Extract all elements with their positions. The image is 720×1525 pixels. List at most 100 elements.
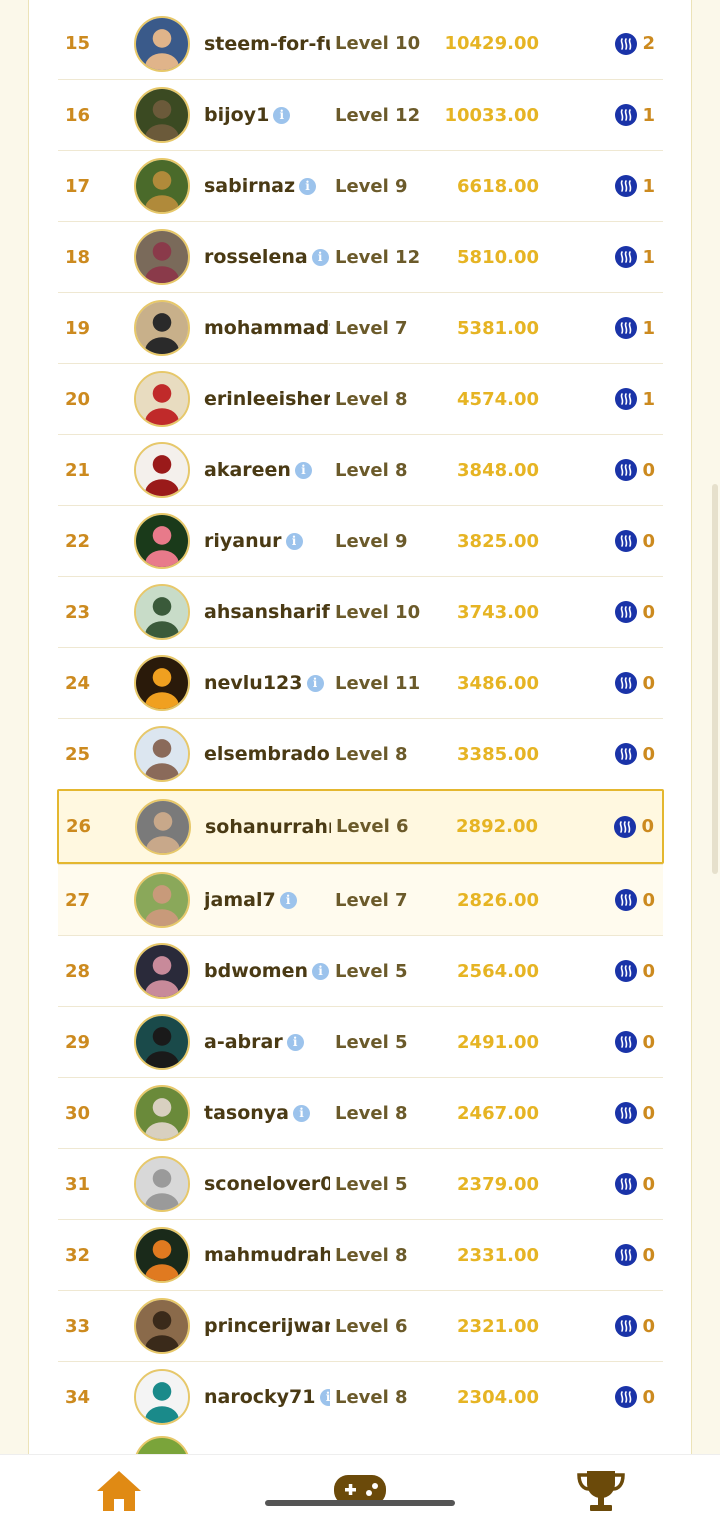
info-icon[interactable]: i [285, 532, 303, 550]
reward-count: 1 [642, 246, 655, 268]
info-icon[interactable]: i [293, 1104, 310, 1122]
username[interactable]: narocky71 i [204, 1362, 330, 1432]
avatar[interactable] [134, 300, 190, 356]
leaderboard-row[interactable]: 15 steem-for-futureLevel 10 10429.00 2 [58, 8, 663, 79]
leaderboard-row[interactable]: 20 erinleeisherelcomeLevel 8 4574.00 1 [58, 363, 663, 434]
leaderboard-row[interactable]: 28 bdwomen i Level 5 2564.00 0 [58, 935, 663, 1006]
username[interactable]: sohanurrahman [205, 791, 331, 862]
avatar[interactable] [134, 584, 190, 640]
username[interactable]: elsembrador [204, 719, 330, 789]
username[interactable]: princerijwan [204, 1291, 330, 1361]
steem-icon [615, 317, 637, 339]
steem-icon [615, 601, 637, 623]
nav-leaderboard-button[interactable] [575, 1467, 627, 1515]
info-icon[interactable]: i [311, 248, 329, 266]
rank-number: 26 [66, 816, 92, 837]
username[interactable]: mohammadfaisal [204, 293, 330, 363]
rank-number: 22 [65, 530, 91, 552]
avatar[interactable] [134, 1369, 190, 1425]
username[interactable]: erinleeisherelcome [204, 364, 330, 434]
leaderboard-row[interactable]: 22 riyanur i Level 9 3825.00 0 [58, 505, 663, 576]
avatar[interactable] [134, 655, 190, 711]
info-icon[interactable]: i [273, 106, 291, 124]
username[interactable]: sconelover0 [204, 1149, 330, 1219]
info-icon[interactable]: i [319, 1388, 330, 1406]
nav-home-button[interactable] [93, 1467, 145, 1515]
avatar[interactable] [134, 1085, 190, 1141]
points-value: 2467.00 [457, 1102, 539, 1124]
points-value: 10033.00 [444, 104, 539, 126]
avatar[interactable] [134, 1014, 190, 1070]
points-value: 2491.00 [457, 1031, 539, 1053]
points-value: 4574.00 [457, 388, 539, 410]
leaderboard-row[interactable]: 21 akareen i Level 8 3848.00 0 [58, 434, 663, 505]
leaderboard-row[interactable]: 25 elsembrador Level 8 3385.00 0 [58, 718, 663, 789]
avatar[interactable] [134, 442, 190, 498]
username[interactable]: rosselena i [204, 222, 330, 292]
leaderboard-row[interactable]: 18 rosselena i Level 12 5810.00 1 [58, 221, 663, 292]
username-text: bdwomen [204, 960, 309, 982]
username[interactable]: a-abrar i [204, 1007, 330, 1077]
username[interactable]: jamal7 i [204, 865, 330, 935]
leaderboard-row[interactable]: 32 mahmudrahmanLevel 8 2331.00 0 [58, 1219, 663, 1290]
reward-count: 1 [642, 104, 655, 126]
rank-number: 25 [65, 743, 91, 765]
rank-number: 28 [65, 960, 91, 982]
leaderboard-row[interactable]: 29 a-abrar i Level 5 2491.00 0 [58, 1006, 663, 1077]
avatar[interactable] [134, 1227, 190, 1283]
leaderboard-row[interactable]: 26 sohanurrahmanLevel 6 2892.00 0 [57, 789, 664, 864]
leaderboard-row[interactable]: 24 nevlu123 i Level 11 3486.00 0 [58, 647, 663, 718]
reward-count: 0 [642, 1315, 655, 1337]
info-icon[interactable]: i [306, 674, 324, 692]
info-icon[interactable]: i [294, 461, 312, 479]
avatar[interactable] [134, 1156, 190, 1212]
avatar[interactable] [135, 798, 191, 855]
username-text: sconelover0 [204, 1173, 330, 1195]
info-icon[interactable]: i [279, 891, 297, 909]
info-icon[interactable]: i [299, 177, 317, 195]
leaderboard-row[interactable]: 27 jamal7 i Level 7 2826.00 0 [58, 864, 663, 935]
username-text: ahsansharif [204, 601, 330, 623]
avatar[interactable] [134, 15, 190, 72]
leaderboard-row[interactable]: 30 tasonya i Level 8 2467.00 0 [58, 1077, 663, 1148]
steem-icon [615, 1173, 637, 1195]
username[interactable]: ahsansharif [204, 577, 330, 647]
leaderboard-row[interactable]: 23 ahsansharif Level 10 3743.00 0 [58, 576, 663, 647]
avatar[interactable] [134, 872, 190, 928]
info-icon[interactable]: i [312, 962, 330, 980]
leaderboard-row[interactable]: 34 narocky71 i Level 8 2304.00 0 [58, 1361, 663, 1432]
avatar[interactable] [134, 87, 190, 143]
username[interactable]: nevlu123 i [204, 648, 330, 718]
avatar[interactable] [134, 229, 190, 285]
avatar[interactable] [134, 1298, 190, 1354]
leaderboard-row[interactable]: 17 sabirnaz i Level 9 6618.00 1 [58, 150, 663, 221]
scrollbar[interactable] [712, 484, 718, 874]
leaderboard-row[interactable]: 19 mohammadfaisalLevel 7 5381.00 1 [58, 292, 663, 363]
leaderboard-row[interactable]: 31 sconelover0 Level 5 2379.00 0 [58, 1148, 663, 1219]
steem-icon [615, 1386, 637, 1408]
nav-games-button[interactable] [334, 1469, 386, 1517]
leaderboard-list: 15steem-for-futureLevel 1010429.00216bij… [57, 8, 664, 1432]
leaderboard-row[interactable]: 33 princerijwan Level 6 2321.00 0 [58, 1290, 663, 1361]
username[interactable]: akareen i [204, 435, 330, 505]
username[interactable]: sabirnaz i [204, 151, 330, 221]
avatar[interactable] [134, 726, 190, 782]
user-level: Level 11 [335, 672, 421, 694]
username[interactable]: steem-for-future [204, 8, 330, 79]
home-indicator[interactable] [265, 1500, 455, 1506]
username[interactable]: tasonya i [204, 1078, 330, 1148]
steem-icon [615, 743, 637, 765]
avatar[interactable] [134, 371, 190, 427]
avatar[interactable] [134, 158, 190, 214]
username[interactable]: riyanur i [204, 506, 330, 576]
username[interactable]: mahmudrahman [204, 1220, 330, 1290]
leaderboard-row[interactable]: 16 bijoy1 i Level 12 10033.00 1 [58, 79, 663, 150]
avatar[interactable] [134, 513, 190, 569]
username[interactable]: bdwomen i [204, 936, 330, 1006]
user-level: Level 9 [335, 530, 408, 552]
steem-icon [615, 388, 637, 410]
reward-count: 0 [642, 1102, 655, 1124]
username[interactable]: bijoy1 i [204, 80, 330, 150]
avatar[interactable] [134, 943, 190, 999]
info-icon[interactable]: i [286, 1033, 304, 1051]
